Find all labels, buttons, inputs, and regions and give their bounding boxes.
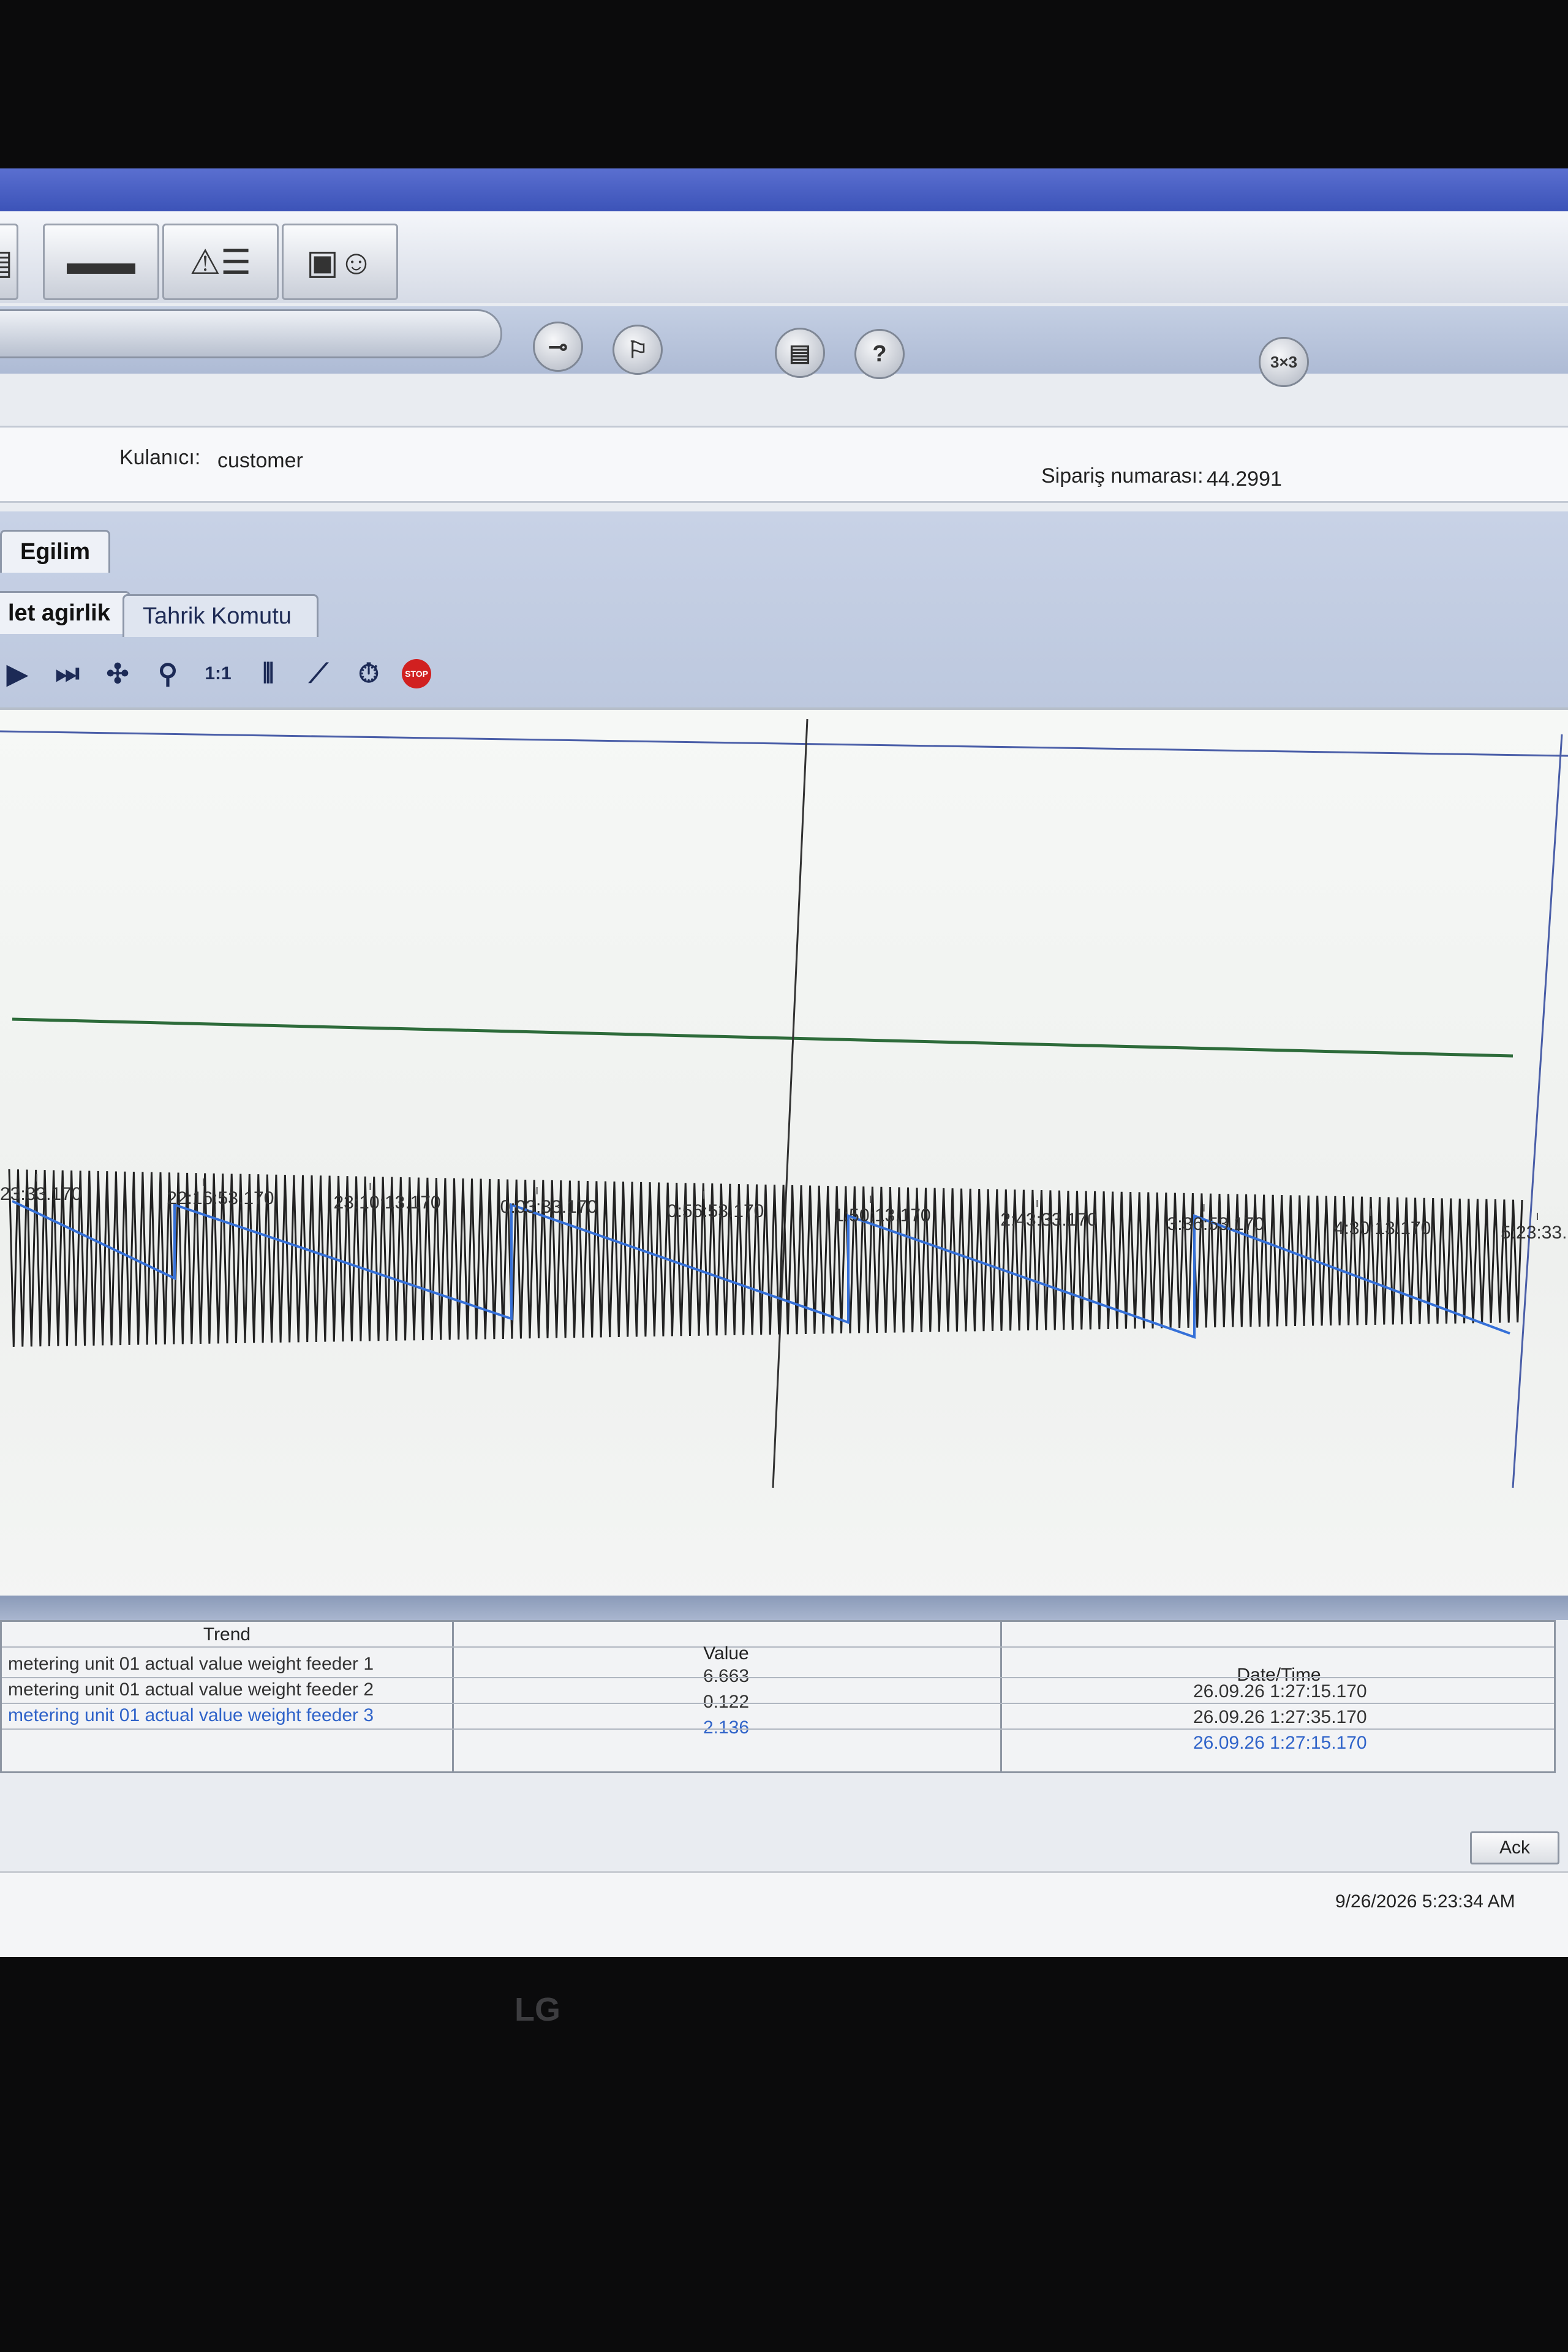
- trend-chart: 23:33.170 22:16:53.170 23:10:13.170 0:03:33…: [0, 707, 1568, 1616]
- col-header-trend: Trend: [203, 1624, 251, 1645]
- warning-list-icon: ⚠☰: [189, 242, 252, 281]
- tab-let-agirlik[interactable]: let agirlik: [0, 591, 130, 634]
- zoom-icon[interactable]: ⚲: [151, 658, 185, 690]
- row-divider: [2, 1703, 1554, 1704]
- key-icon: ⊸: [548, 334, 568, 360]
- legend-value-cell: 2.136: [703, 1717, 750, 1738]
- status-pill: [0, 309, 502, 358]
- legend-trend-cell: metering unit 01 actual value weight fee…: [8, 1705, 374, 1725]
- nav-machine-button[interactable]: ▬▬: [43, 224, 159, 300]
- cursor-tool-icon[interactable]: ✣: [100, 658, 135, 690]
- grid-view-button[interactable]: 3×3: [1259, 337, 1309, 387]
- key-button[interactable]: ⊸: [533, 322, 583, 372]
- ack-button[interactable]: Ack: [1470, 1831, 1559, 1864]
- grid-icon: 3×3: [1270, 352, 1298, 371]
- user-label: Kulanıcı:: [119, 446, 201, 469]
- x-tick-label: 22:16:53.170: [167, 1188, 274, 1208]
- machine-icon: ▬▬: [67, 243, 135, 281]
- row-divider: [2, 1677, 1554, 1678]
- operator-icon: ▣☺: [306, 242, 374, 281]
- tab-egilim[interactable]: Egilim: [0, 530, 111, 573]
- x-tick-label: 5:23:33.170: [1501, 1223, 1568, 1243]
- legend-table: Trend Value Date/Time metering unit 01 a…: [0, 1620, 1556, 1773]
- user-value: customer: [217, 449, 303, 472]
- printer-icon: ▤: [789, 340, 811, 366]
- col-header-value: Value: [703, 1643, 749, 1664]
- timer-icon[interactable]: ⏱: [352, 658, 386, 689]
- x-tick-label: 3:36:53.170: [1167, 1214, 1264, 1234]
- print-button[interactable]: ▤: [775, 328, 825, 378]
- time-cursor-line: [772, 718, 809, 1488]
- x-tick-label: 1:50:13.170: [834, 1205, 930, 1226]
- monitor-brand-logo: LG: [514, 1991, 560, 2028]
- chart-toolbar: ▶ ⏭ ✣ ⚲ 1:1 ⫴ ⟋ ⏱ STOP: [0, 649, 1225, 698]
- panel-icon: ▤: [0, 242, 13, 282]
- legend-value-cell: 6.663: [703, 1666, 750, 1686]
- user-info-row: Kulanıcı: customer Sipariş numarası: 44.…: [0, 426, 1568, 503]
- nav-overview-button[interactable]: ▤: [0, 224, 18, 300]
- legend-datetime-cell: 26.09.26 1:27:15.170: [1193, 1733, 1367, 1753]
- order-label: Sipariş numarası:: [1041, 464, 1204, 488]
- flag-button[interactable]: ⚐: [612, 325, 663, 375]
- status-bar: 9/26/2026 5:23:34 AM: [0, 1871, 1568, 1957]
- plot-x-axis: [12, 1017, 1513, 1058]
- help-icon: ?: [872, 341, 887, 367]
- play-icon[interactable]: ▶: [0, 658, 34, 690]
- x-tick-label: 4:30:13.170: [1334, 1218, 1431, 1238]
- plot-right-border: [1512, 734, 1563, 1488]
- bar-chart-icon[interactable]: ⫴: [251, 658, 285, 689]
- window-titlebar: [0, 168, 1568, 211]
- tab-tahrik-komutu[interactable]: Tahrik Komutu: [123, 594, 318, 637]
- legend-trend-cell: metering unit 01 actual value weight fee…: [8, 1654, 374, 1674]
- nav-alarms-button[interactable]: ⚠☰: [162, 224, 279, 300]
- plot-top-border: [0, 730, 1568, 757]
- trend-chart-svg: 23:33.170 22:16:53.170 23:10:13.170 0:03:33…: [0, 718, 1568, 1488]
- order-value: 44.2991: [1207, 467, 1282, 491]
- legend-value-cell: 0.122: [703, 1692, 750, 1712]
- trend-icon[interactable]: ⟋: [301, 658, 336, 689]
- legend-trend-cell: metering unit 01 actual value weight fee…: [8, 1679, 374, 1700]
- hmi-screen: ▤ ▬▬ ⚠☰ ▣☺ ⊸ ⚐ ▤ ? 3×3 Kulanıcı: custome…: [0, 168, 1568, 1957]
- x-tick-label: 0:56:53.170: [667, 1201, 764, 1221]
- legend-header-band: [0, 1596, 1568, 1620]
- flag-icon: ⚐: [627, 337, 649, 363]
- status-timestamp: 9/26/2026 5:23:34 AM: [1335, 1891, 1515, 1912]
- x-tick-label: 0:03:33.170: [500, 1197, 597, 1217]
- x-tick-label: 23:10:13.170: [333, 1193, 440, 1213]
- row-divider: [2, 1728, 1554, 1730]
- column-divider: [1000, 1622, 1002, 1771]
- x-tick-label: 23:33.170: [0, 1184, 81, 1204]
- nav-operator-button[interactable]: ▣☺: [282, 224, 398, 300]
- help-button[interactable]: ?: [854, 329, 905, 379]
- stop-button[interactable]: STOP: [402, 659, 431, 688]
- skip-end-icon[interactable]: ⏭: [50, 658, 85, 689]
- legend-datetime-cell: 26.09.26 1:27:35.170: [1193, 1707, 1367, 1727]
- x-tick-label: 2:43:33.170: [1000, 1210, 1097, 1230]
- legend-datetime-cell: 26.09.26 1:27:15.170: [1193, 1681, 1367, 1702]
- zoom-reset-button[interactable]: 1:1: [201, 663, 235, 684]
